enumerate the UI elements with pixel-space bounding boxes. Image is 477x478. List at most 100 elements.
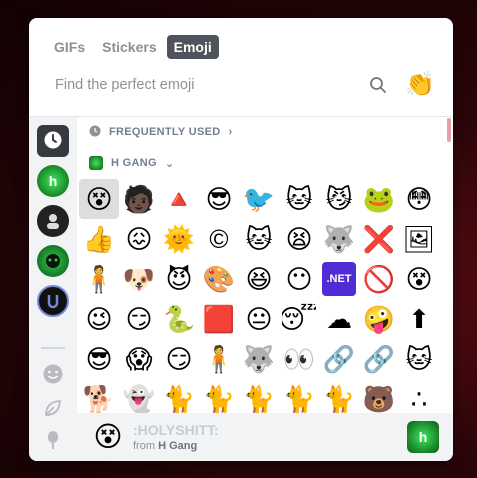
smiley-icon[interactable] [41,363,65,387]
emoji-preview: 😵 :HOLYSHITT: from H Gang h [77,413,453,461]
emoji: 🐍 [162,304,196,334]
search-row: 👏 [47,70,437,100]
gamepad-icon[interactable] [41,455,65,461]
emoji-cell[interactable]: 🔗 [359,339,399,379]
emoji-cell[interactable]: 🐱 [239,219,279,259]
emoji-cell[interactable]: 🚫 [359,259,399,299]
emoji: 🔗 [362,344,396,374]
emoji-cell[interactable]: 😈 [159,259,199,299]
scrollbar-thumb[interactable] [447,118,451,142]
emoji-cell[interactable]: 🐍 [159,299,199,339]
emoji: 🐕 [82,384,116,414]
emoji: 🐺 [242,344,276,374]
emoji-cell[interactable]: 🟥 [199,299,239,339]
emoji-cell[interactable]: 🎨 [199,259,239,299]
emoji-cell[interactable]: 😴 [279,299,319,339]
emoji: 🐦 [242,184,276,214]
sidebar-item-server-3[interactable] [37,245,69,277]
emoji-cell[interactable]: 🔗 [319,339,359,379]
h-gang-server-icon [89,156,103,170]
emoji-cell[interactable]: 🐱 [279,179,319,219]
emoji-cell[interactable]: 😳 [399,179,439,219]
emoji-cell[interactable]: 🧍 [79,259,119,299]
emoji: 😴 [282,304,316,334]
popsicle-icon[interactable] [41,429,65,453]
emoji: 🧍 [82,264,116,294]
tab-emoji[interactable]: Emoji [166,35,219,59]
emoji: ∴ [410,384,428,414]
category-sidebar: h [29,117,77,461]
emoji: 👀 [282,344,316,374]
clapping-hands-icon[interactable]: 👏 [403,70,437,100]
emoji: 🐈 [202,384,236,414]
emoji-cell[interactable]: 🔺 [159,179,199,219]
emoji-cell[interactable]: 😖 [119,219,159,259]
emoji-cell[interactable]: 🐸 [359,179,399,219]
section-title: FREQUENTLY USED [109,126,221,138]
emoji-cell[interactable]: 🌞 [159,219,199,259]
emoji-cell[interactable]: 👍 [79,219,119,259]
section-header-h-gang[interactable]: H GANG ⌄ [89,153,174,173]
emoji: 😏 [125,304,153,334]
emoji-cell[interactable]: 😵 [399,259,439,299]
emoji-cell[interactable]: 🧑🏿 [119,179,159,219]
sidebar-separator [41,347,65,349]
emoji-cell[interactable]: 🐺 [319,219,359,259]
emoji: 😐 [245,304,273,334]
emoji: ❌ [362,224,396,254]
sidebar-item-h-gang[interactable]: h [37,165,69,197]
emoji: .NET [322,262,356,296]
sidebar-item-server-4[interactable] [37,285,69,317]
emoji-cell[interactable]: 😎 [199,179,239,219]
emoji-cell[interactable]: 😏 [159,339,199,379]
emoji-cell[interactable]: 🐱 [399,339,439,379]
emoji: 🐶 [122,264,156,294]
emoji-cell[interactable]: 😱 [119,339,159,379]
emoji-cell[interactable]: .NET [319,259,359,299]
emoji-cell[interactable]: 😫 [279,219,319,259]
emoji: 😈 [165,264,193,294]
emoji: © [209,224,229,254]
emoji-cell[interactable]: 🧍 [199,339,239,379]
section-title: H GANG [111,157,157,169]
emoji: 🌞 [162,224,196,254]
sidebar-item-recent[interactable] [37,125,69,157]
emoji-cell[interactable]: 🐺 [239,339,279,379]
emoji-cell[interactable]: ⬆ [399,299,439,339]
search-icon[interactable] [367,74,389,96]
emoji: ⬆ [408,304,430,334]
emoji: 🤪 [362,304,396,334]
preview-source: from H Gang [133,440,198,452]
preview-text: :HOLYSHITT: from H Gang [133,422,219,452]
section-header-frequently-used[interactable]: FREQUENTLY USED › [89,122,232,142]
emoji: 😶 [285,264,313,294]
search-input[interactable] [47,77,367,93]
tab-stickers[interactable]: Stickers [95,35,163,59]
emoji-cell[interactable]: © [199,219,239,259]
emoji-cell[interactable]: 😏 [119,299,159,339]
emoji-cell[interactable]: 🖼 [399,219,439,259]
emoji-cell[interactable]: 🐶 [119,259,159,299]
sidebar-item-server-2[interactable] [37,205,69,237]
emoji: 🐈 [162,384,196,414]
emoji-cell[interactable]: 😉 [79,299,119,339]
emoji-cell[interactable]: 😶 [279,259,319,299]
clock-icon [43,130,63,153]
emoji-cell[interactable]: 😐 [239,299,279,339]
emoji-cell[interactable]: 😵 [79,179,119,219]
emoji-cell[interactable]: 😆 [239,259,279,299]
emoji-cell[interactable]: 👀 [279,339,319,379]
emoji: 😖 [125,224,153,254]
emoji-content: FREQUENTLY USED › H GANG ⌄ 😵 🧑🏿 🔺 😎 🐦 🐱 😼 🐸 😳 👍 😖 🌞… [77,117,453,461]
emoji: 🐈 [282,384,316,414]
emoji-cell[interactable]: 🤪 [359,299,399,339]
emoji-cell[interactable]: 😼 [319,179,359,219]
emoji: 😎 [85,344,113,374]
leaf-icon[interactable] [41,397,65,421]
emoji-cell[interactable]: ❌ [359,219,399,259]
emoji: 😼 [325,184,353,214]
emoji-cell[interactable]: 🐦 [239,179,279,219]
emoji-cell[interactable]: ☁ [319,299,359,339]
tab-gifs[interactable]: GIFs [47,35,92,59]
emoji-cell[interactable]: 😎 [79,339,119,379]
